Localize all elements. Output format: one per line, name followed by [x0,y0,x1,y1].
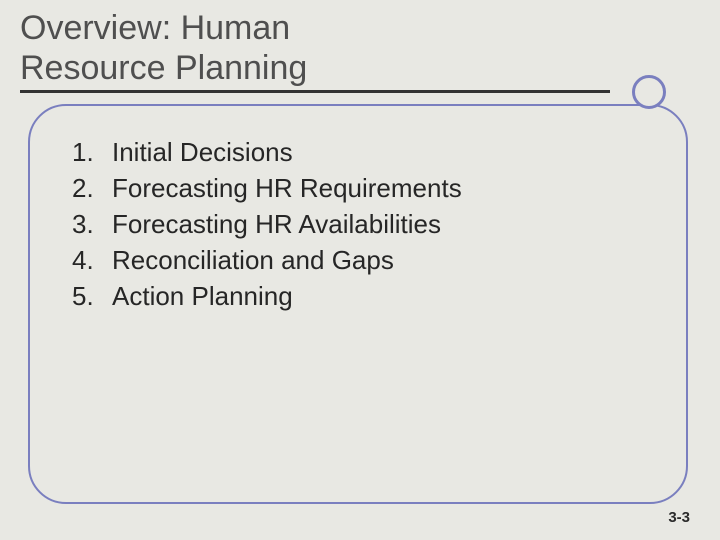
list-item-text: Action Planning [112,278,293,314]
list-item-number: 1. [72,134,102,170]
list-item-text: Reconciliation and Gaps [112,242,394,278]
list-item: 5. Action Planning [72,278,462,314]
list-item-number: 4. [72,242,102,278]
list-item-text: Forecasting HR Availabilities [112,206,441,242]
list-item: 4. Reconciliation and Gaps [72,242,462,278]
list-item-number: 2. [72,170,102,206]
page-number: 3-3 [668,509,690,526]
list-item-number: 3. [72,206,102,242]
list-item: 1. Initial Decisions [72,134,462,170]
title-underline [20,90,610,93]
list-item-text: Forecasting HR Requirements [112,170,462,206]
slide-title-line2: Resource Planning [20,48,307,88]
numbered-list: 1. Initial Decisions 2. Forecasting HR R… [72,134,462,314]
slide-title: Overview: Human Resource Planning [20,8,307,88]
list-item: 2. Forecasting HR Requirements [72,170,462,206]
slide-title-line1: Overview: Human [20,8,307,48]
list-item-number: 5. [72,278,102,314]
accent-circle-icon [632,75,666,109]
list-item: 3. Forecasting HR Availabilities [72,206,462,242]
list-item-text: Initial Decisions [112,134,293,170]
